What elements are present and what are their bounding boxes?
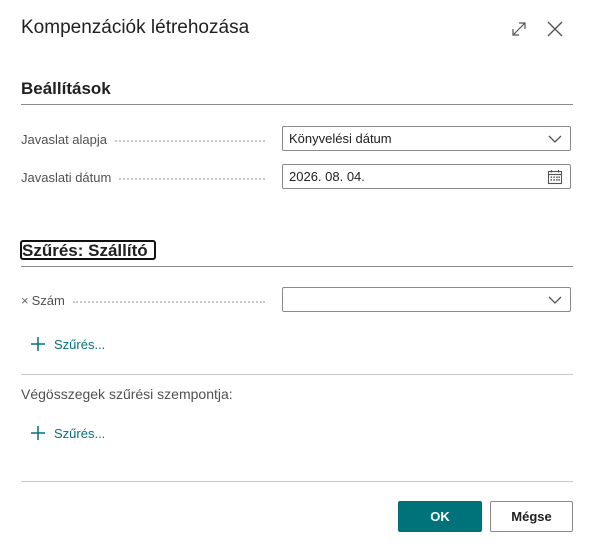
filter-divider — [21, 266, 573, 267]
field-label-text: Javaslati dátum — [21, 169, 112, 185]
remove-filter-icon[interactable]: × — [21, 293, 29, 308]
expand-arrows-icon — [512, 22, 526, 36]
calendar-icon[interactable] — [546, 168, 564, 186]
close-button[interactable] — [543, 17, 567, 41]
totals-filter-label: Végösszegek szűrési szempontja: — [21, 386, 233, 402]
plus-icon — [31, 426, 45, 440]
field-label-number: × Szám — [21, 287, 271, 313]
plus-icon — [31, 337, 45, 351]
add-filter-label: Szűrés... — [54, 425, 106, 441]
suggestion-basis-select[interactable]: Könyvelési dátum — [282, 126, 571, 151]
footer-divider — [21, 481, 573, 482]
select-value: Könyvelési dátum — [289, 131, 392, 146]
leader-dots — [72, 301, 265, 303]
chevron-down-icon — [546, 291, 564, 309]
field-label-text: Javaslat alapja — [21, 131, 107, 147]
suggestion-date-input[interactable]: 2026. 08. 04. — [282, 164, 571, 189]
field-label-suggestion-date: Javaslati dátum — [21, 164, 271, 190]
close-icon — [547, 21, 563, 37]
settings-heading: Beállítások — [21, 79, 111, 98]
add-filter-link[interactable]: Szűrés... — [30, 336, 105, 352]
add-filter-label: Szűrés... — [54, 336, 106, 352]
dialog-title: Kompenzációk létrehozása — [21, 17, 250, 38]
number-filter-select[interactable] — [282, 287, 571, 312]
date-value: 2026. 08. 04. — [289, 169, 365, 184]
expand-button[interactable] — [507, 17, 531, 41]
totals-divider — [21, 374, 573, 375]
chevron-down-icon — [546, 130, 564, 148]
leader-dots — [115, 140, 265, 142]
filter-vendor-heading[interactable]: Szűrés: Szállító — [22, 241, 148, 261]
cancel-button[interactable]: Mégse — [490, 501, 573, 532]
leader-dots — [119, 178, 265, 180]
field-label-suggestion-basis: Javaslat alapja — [21, 126, 271, 152]
settings-divider — [21, 104, 573, 105]
ok-button[interactable]: OK — [398, 501, 482, 532]
add-totals-filter-link[interactable]: Szűrés... — [30, 425, 105, 441]
field-label-text: Szám — [31, 292, 65, 308]
